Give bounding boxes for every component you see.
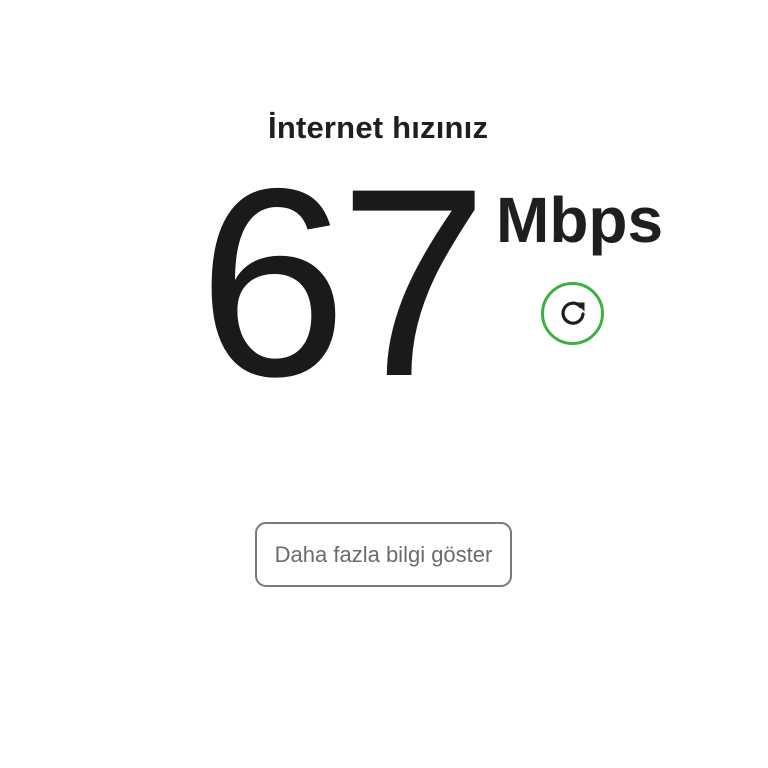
refresh-icon	[556, 297, 590, 331]
more-info-button[interactable]: Daha fazla bilgi göster	[255, 522, 512, 587]
speed-value: 67	[198, 132, 488, 432]
speed-unit: Mbps	[496, 184, 664, 256]
speed-test-page: İnternet hızınız 67 Mbps Daha fazla bilg…	[0, 0, 768, 768]
refresh-button[interactable]	[541, 282, 604, 345]
